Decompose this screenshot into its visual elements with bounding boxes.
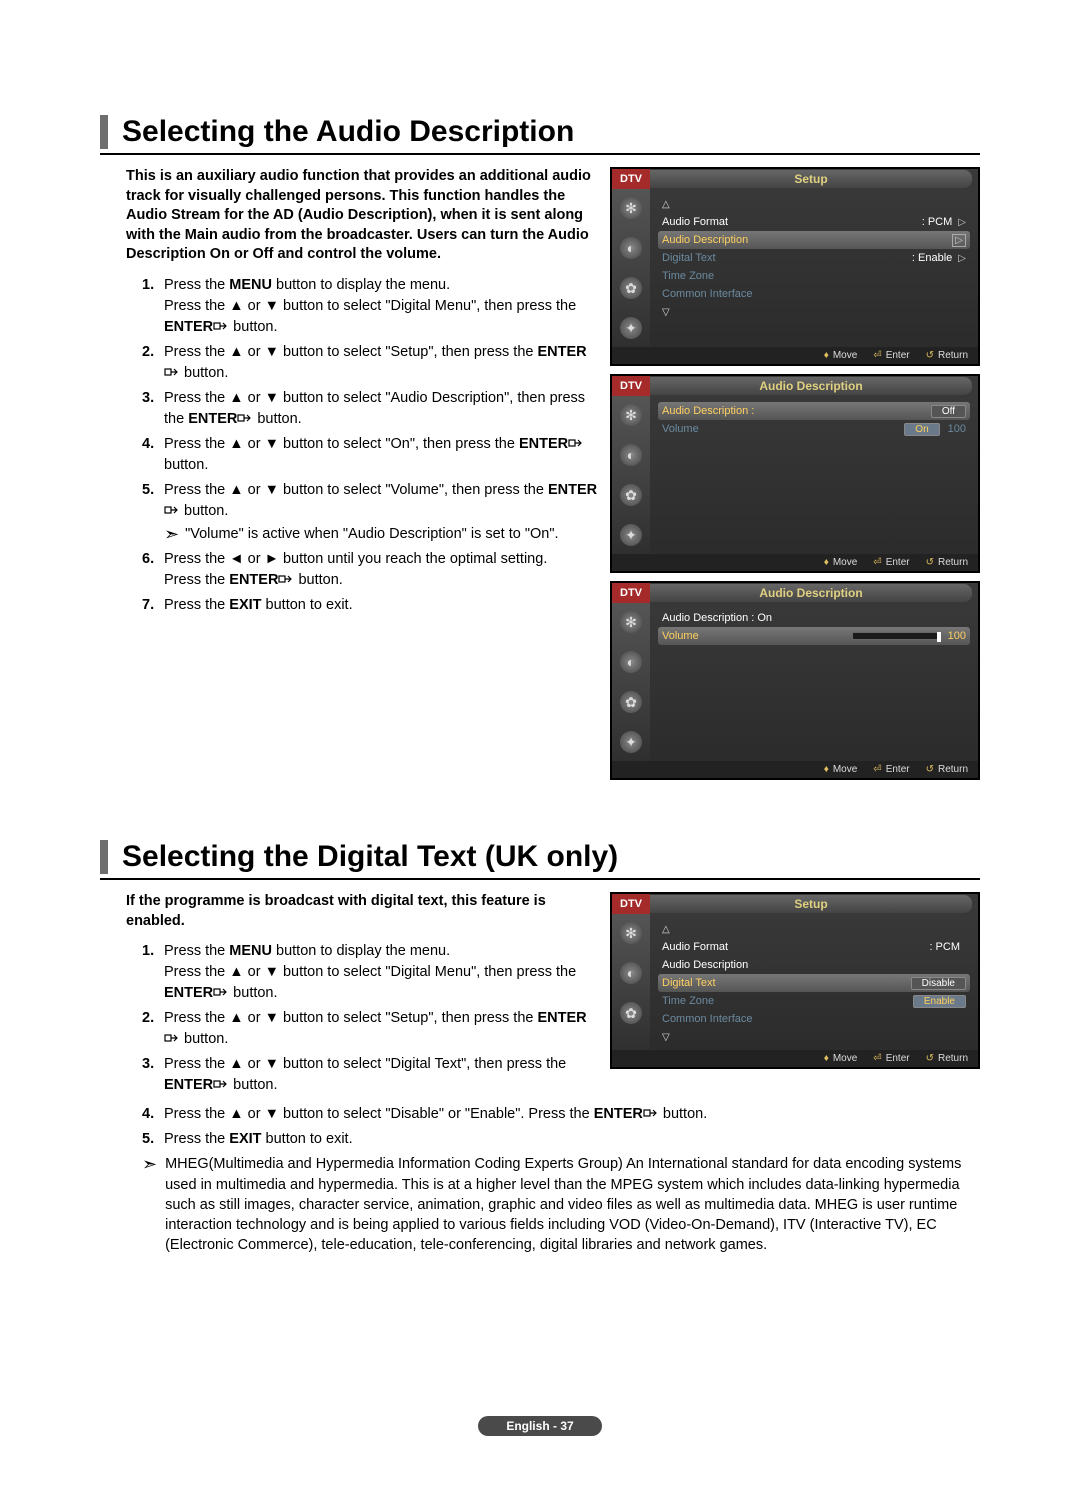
palette-icon: ◐ bbox=[620, 962, 642, 984]
steps-list: 1. Press the MENU button to display the … bbox=[126, 275, 598, 616]
globe-icon: ✻ bbox=[620, 404, 642, 426]
osd-audio-desc-select: DTV Audio Description ✻ ◐ ✿ ✦ Audio Desc… bbox=[610, 374, 980, 573]
section-intro: This is an auxiliary audio function that… bbox=[126, 167, 598, 265]
menu-item-digital-text[interactable]: Digital TextDisable bbox=[658, 974, 970, 992]
osd-side-icons: ✻ ◐ ✿ ✦ bbox=[612, 189, 650, 347]
menu-item-audio-description[interactable]: Audio Description▷ bbox=[658, 231, 970, 249]
osd-footer: ♦Move ⏎Enter ↺Return bbox=[612, 347, 978, 364]
globe-icon: ✻ bbox=[620, 922, 642, 944]
title-accent-bar bbox=[100, 115, 108, 149]
tools-icon: ✦ bbox=[620, 731, 642, 753]
steps-list: 1. Press the MENU button to display the … bbox=[126, 941, 598, 1096]
palette-icon: ◐ bbox=[620, 651, 642, 673]
tools-icon: ✦ bbox=[620, 524, 642, 546]
osd-title: Audio Description bbox=[650, 584, 972, 602]
note-icon: ➣ bbox=[164, 525, 179, 543]
gear-icon: ✿ bbox=[620, 277, 642, 299]
gear-icon: ✿ bbox=[620, 484, 642, 506]
section-digital-text: Selecting the Digital Text (UK only) If … bbox=[100, 840, 980, 1256]
gear-icon: ✿ bbox=[620, 691, 642, 713]
volume-slider[interactable] bbox=[852, 632, 942, 640]
tools-icon: ✦ bbox=[620, 317, 642, 339]
palette-icon: ◐ bbox=[620, 237, 642, 259]
section-title-bar: Selecting the Audio Description bbox=[100, 115, 980, 155]
section-title: Selecting the Audio Description bbox=[122, 115, 574, 149]
menu-item-audio-desc-toggle[interactable]: Audio Description :Off bbox=[658, 402, 970, 420]
osd-setup-menu: DTV Setup ✻ ◐ ✿ ✦ △ Audio Format: PCM▷ bbox=[610, 167, 980, 366]
section-intro: If the programme is broadcast with digit… bbox=[126, 892, 598, 931]
osd-title: Setup bbox=[650, 895, 972, 913]
title-accent-bar bbox=[100, 840, 108, 874]
osd-audio-desc-volume: DTV Audio Description ✻ ◐ ✿ ✦ Audio Desc… bbox=[610, 581, 980, 780]
osd-title: Audio Description bbox=[650, 377, 972, 395]
menu-item-volume[interactable]: Volume 100 bbox=[658, 627, 970, 645]
section-audio-description: Selecting the Audio Description This is … bbox=[100, 115, 980, 780]
option-disable[interactable]: Disable bbox=[911, 977, 966, 990]
globe-icon: ✻ bbox=[620, 197, 642, 219]
osd-title: Setup bbox=[650, 170, 972, 188]
dtv-badge: DTV bbox=[612, 169, 650, 189]
dtv-badge: DTV bbox=[612, 376, 650, 396]
dtv-badge: DTV bbox=[612, 894, 650, 914]
option-enable[interactable]: Enable bbox=[913, 995, 966, 1008]
globe-icon: ✻ bbox=[620, 611, 642, 633]
note-icon: ➣ bbox=[142, 1155, 157, 1255]
option-on[interactable]: On bbox=[904, 423, 939, 436]
osd-digital-text: DTV Setup ✻ ◐ ✿ △ Audio Format: PCM Audi… bbox=[610, 892, 980, 1069]
page-number-badge: English - 37 bbox=[478, 1416, 601, 1436]
mheg-note: MHEG(Multimedia and Hypermedia Informati… bbox=[165, 1154, 980, 1255]
dtv-badge: DTV bbox=[612, 583, 650, 603]
palette-icon: ◐ bbox=[620, 444, 642, 466]
gear-icon: ✿ bbox=[620, 1002, 642, 1024]
section-title: Selecting the Digital Text (UK only) bbox=[122, 840, 618, 874]
page-footer: English - 37 bbox=[0, 1416, 1080, 1436]
